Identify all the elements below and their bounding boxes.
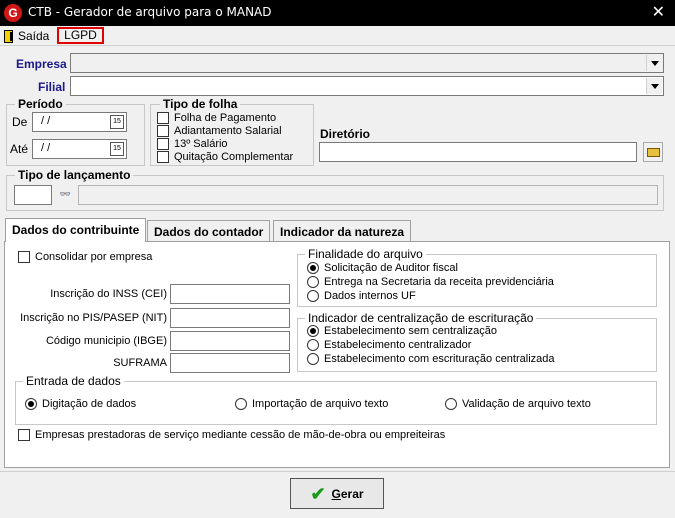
periodo-title: Período bbox=[15, 97, 66, 111]
inss-cei-input[interactable] bbox=[170, 284, 290, 304]
radio-validacao[interactable]: Validação de arquivo texto bbox=[445, 398, 591, 410]
finalidade-title: Finalidade do arquivo bbox=[305, 247, 426, 261]
inss-cei-label: Inscrição do INSS (CEI) bbox=[50, 288, 167, 300]
calendar-icon[interactable]: 15 bbox=[110, 142, 124, 156]
filial-select[interactable] bbox=[70, 76, 664, 96]
radio-centralizador[interactable]: Estabelecimento centralizador bbox=[307, 339, 471, 351]
menu-bar: Saída LGPD bbox=[0, 26, 675, 46]
checkbox-empresas-prestadoras[interactable]: Empresas prestadoras de serviço mediante… bbox=[18, 429, 445, 441]
checkbox-consolidar[interactable]: Consolidar por empresa bbox=[18, 251, 152, 263]
pis-pasep-label: Inscrição no PIS/PASEP (NIT) bbox=[20, 312, 167, 324]
codigo-municipio-label: Código municipio (IBGE) bbox=[45, 335, 167, 347]
tab-panel-contribuinte: Consolidar por empresa Inscrição do INSS… bbox=[4, 241, 670, 468]
checkbox-adiantamento[interactable]: Adiantamento Salarial bbox=[157, 125, 282, 137]
checkmark-icon: ✔ bbox=[310, 483, 326, 504]
codigo-municipio-input[interactable] bbox=[170, 331, 290, 351]
radio-escrituracao-centralizada[interactable]: Estabelecimento com escrituração central… bbox=[307, 353, 555, 365]
tipo-lancamento-title: Tipo de lançamento bbox=[15, 168, 134, 182]
calendar-icon[interactable]: 15 bbox=[110, 115, 124, 129]
menu-exit-label: Saída bbox=[18, 29, 50, 43]
tab-indicador-natureza[interactable]: Indicador da natureza bbox=[273, 220, 412, 242]
empresa-select[interactable] bbox=[70, 53, 664, 73]
radio-entrega-secretaria[interactable]: Entrega na Secretaria da receita previde… bbox=[307, 276, 554, 288]
folder-icon bbox=[647, 148, 660, 157]
suframa-label: SUFRAMA bbox=[113, 357, 167, 369]
diretorio-label: Diretório bbox=[320, 127, 371, 141]
close-icon[interactable]: ✕ bbox=[652, 2, 665, 22]
suframa-input[interactable] bbox=[170, 353, 290, 373]
app-logo-icon: G bbox=[4, 4, 22, 22]
empresa-label: Empresa bbox=[16, 57, 67, 71]
centralizacao-title: Indicador de centralização de escrituraç… bbox=[305, 311, 537, 325]
periodo-ate-input[interactable]: / / 15 bbox=[32, 139, 127, 159]
tipo-folha-title: Tipo de folha bbox=[160, 97, 241, 111]
tipo-lancamento-description bbox=[78, 185, 658, 205]
tab-dados-contador[interactable]: Dados do contador bbox=[147, 220, 271, 242]
tipo-lancamento-code-input[interactable] bbox=[14, 185, 52, 205]
menu-exit[interactable]: Saída bbox=[4, 28, 49, 44]
checkbox-13-salario[interactable]: 13º Salário bbox=[157, 138, 228, 150]
radio-dados-internos[interactable]: Dados internos UF bbox=[307, 290, 416, 302]
browse-folder-button[interactable] bbox=[643, 142, 663, 162]
entrada-dados-title: Entrada de dados bbox=[23, 374, 124, 388]
menu-lgpd[interactable]: LGPD bbox=[57, 27, 104, 44]
diretorio-input[interactable] bbox=[319, 142, 637, 162]
periodo-ate-label: Até bbox=[10, 142, 29, 156]
checkbox-folha-pagamento[interactable]: Folha de Pagamento bbox=[157, 112, 276, 124]
periodo-de-input[interactable]: / / 15 bbox=[32, 112, 127, 132]
chevron-down-icon[interactable] bbox=[646, 55, 662, 71]
title-bar: G CTB - Gerador de arquivo para o MANAD … bbox=[0, 0, 675, 26]
pis-pasep-input[interactable] bbox=[170, 308, 290, 328]
gerar-button[interactable]: ✔ Gerar bbox=[290, 478, 384, 509]
radio-solicitacao-auditor[interactable]: Solicitação de Auditor fiscal bbox=[307, 262, 458, 274]
chevron-down-icon[interactable] bbox=[646, 78, 662, 94]
filial-label: Filial bbox=[38, 80, 66, 94]
radio-importacao[interactable]: Importação de arquivo texto bbox=[235, 398, 388, 410]
window-title: CTB - Gerador de arquivo para o MANAD bbox=[28, 5, 272, 19]
radio-digitacao[interactable]: Digitação de dados bbox=[25, 398, 136, 410]
checkbox-quitacao[interactable]: Quitação Complementar bbox=[157, 151, 293, 163]
tab-dados-contribuinte[interactable]: Dados do contribuinte bbox=[5, 218, 147, 242]
radio-sem-centralizacao[interactable]: Estabelecimento sem centralização bbox=[307, 325, 497, 337]
door-exit-icon bbox=[4, 29, 13, 43]
lookup-search-icon[interactable]: 👓 bbox=[57, 185, 74, 205]
periodo-de-label: De bbox=[12, 115, 28, 129]
